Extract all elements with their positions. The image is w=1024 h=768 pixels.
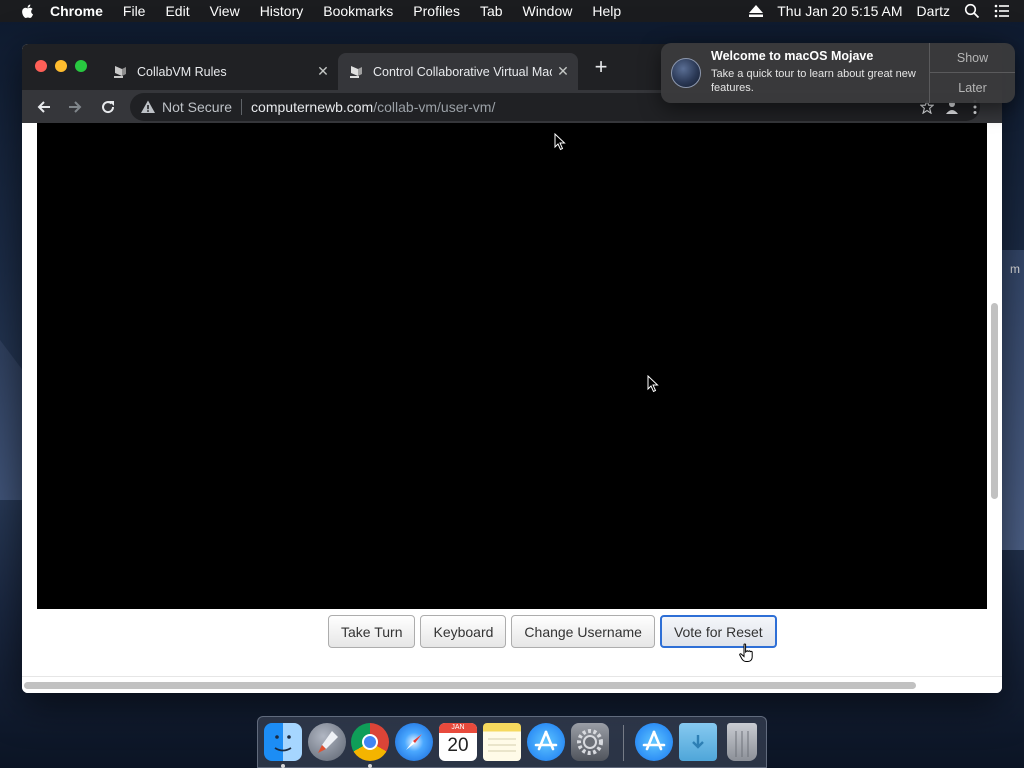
menu-profiles[interactable]: Profiles [413,3,460,19]
tab-collabvm-rules[interactable]: CollabVM Rules ✕ [102,53,338,90]
minimize-window-button[interactable] [55,60,67,72]
finder-icon[interactable] [264,723,302,761]
system-preferences-icon[interactable] [571,723,609,761]
trash-icon[interactable] [727,723,757,761]
reload-icon [102,101,115,114]
warning-icon[interactable] [140,99,156,115]
security-label[interactable]: Not Secure [162,99,232,115]
url-host[interactable]: computernewb.com [251,99,373,115]
app-store-downloads-icon[interactable] [635,723,673,761]
vm-display[interactable] [37,123,987,609]
spotlight-search-icon[interactable] [964,3,980,19]
dock-separator [623,725,624,761]
finder-running-indicator [281,764,285,768]
new-tab-button[interactable]: + [592,56,610,78]
launchpad-icon[interactable] [308,723,346,761]
change-username-button[interactable]: Change Username [511,615,655,648]
zoom-window-button[interactable] [75,60,87,72]
browser-window: CollabVM Rules ✕ Control Collaborative V… [22,44,1002,693]
desktop-edge-text: m [1010,262,1020,276]
notification-title: Welcome to macOS Mojave [711,49,874,63]
notification-body: Take a quick tour to learn about great n… [711,68,916,94]
close-window-button[interactable] [35,60,47,72]
tab-title: Control Collaborative Virtual Machines! [373,64,552,79]
notes-icon[interactable] [483,723,521,761]
reload-button[interactable] [96,95,120,119]
desktop-wallpaper-right [999,250,1024,550]
app-store-icon[interactable] [527,723,565,761]
collabvm-icon [114,65,126,78]
safari-icon[interactable] [395,723,433,761]
notification-later-button[interactable]: Later [930,73,1015,103]
vm-controls: Take Turn Keyboard Change Username Vote … [328,615,782,648]
close-tab-icon[interactable]: ✕ [552,61,574,83]
horizontal-scrollbar[interactable] [24,682,916,689]
eject-icon[interactable] [749,5,764,17]
back-button[interactable] [32,95,56,119]
dock: JAN 20 [257,716,767,768]
take-turn-button[interactable]: Take Turn [328,615,416,648]
menu-help[interactable]: Help [592,3,621,19]
calendar-icon[interactable]: JAN 20 [439,723,477,761]
vote-for-reset-button[interactable]: Vote for Reset [659,615,777,648]
menu-app-name[interactable]: Chrome [50,3,103,19]
vm-mouse-pointer-icon [554,133,566,151]
calendar-month: JAN [439,723,477,733]
close-tab-icon[interactable]: ✕ [312,61,334,83]
menu-view[interactable]: View [210,3,240,19]
menu-tab[interactable]: Tab [480,3,503,19]
menu-file[interactable]: File [123,3,146,19]
page-content: Take Turn Keyboard Change Username Vote … [22,123,1002,693]
vertical-scrollbar[interactable] [991,303,998,499]
downloads-folder-icon[interactable] [679,723,717,761]
menu-bookmarks[interactable]: Bookmarks [323,3,393,19]
menu-edit[interactable]: Edit [165,3,189,19]
notification-show-button[interactable]: Show [930,43,1015,73]
tab-title: CollabVM Rules [137,64,227,79]
menu-window[interactable]: Window [523,3,573,19]
notification-actions: Show Later [929,43,1015,103]
address-separator [241,99,243,115]
collabvm-icon [350,65,362,78]
hand-pointer-icon [739,643,753,662]
menu-history[interactable]: History [260,3,304,19]
apple-menu-icon[interactable] [20,3,36,19]
back-arrow-icon [37,101,50,113]
calendar-day: 20 [447,735,469,756]
menu-user[interactable]: Dartz [917,3,950,19]
chrome-icon[interactable] [351,723,389,761]
chrome-running-indicator [368,764,372,768]
mojave-welcome-notification[interactable]: Welcome to macOS Mojave Take a quick tou… [661,43,1015,103]
forward-button[interactable] [63,95,87,119]
content-divider [22,676,1002,677]
tab-control-collaborative-vms[interactable]: Control Collaborative Virtual Machines! … [338,53,578,90]
keyboard-button[interactable]: Keyboard [420,615,507,648]
mojave-icon [671,58,701,88]
notification-center-icon[interactable] [994,3,1010,19]
forward-arrow-icon [69,101,82,113]
vm-mouse-pointer-icon [647,375,659,393]
url-path[interactable]: /collab-vm/user-vm/ [373,99,495,115]
menu-bar: Chrome File Edit View History Bookmarks … [0,0,1024,22]
menu-clock[interactable]: Thu Jan 20 5:15 AM [777,3,902,19]
